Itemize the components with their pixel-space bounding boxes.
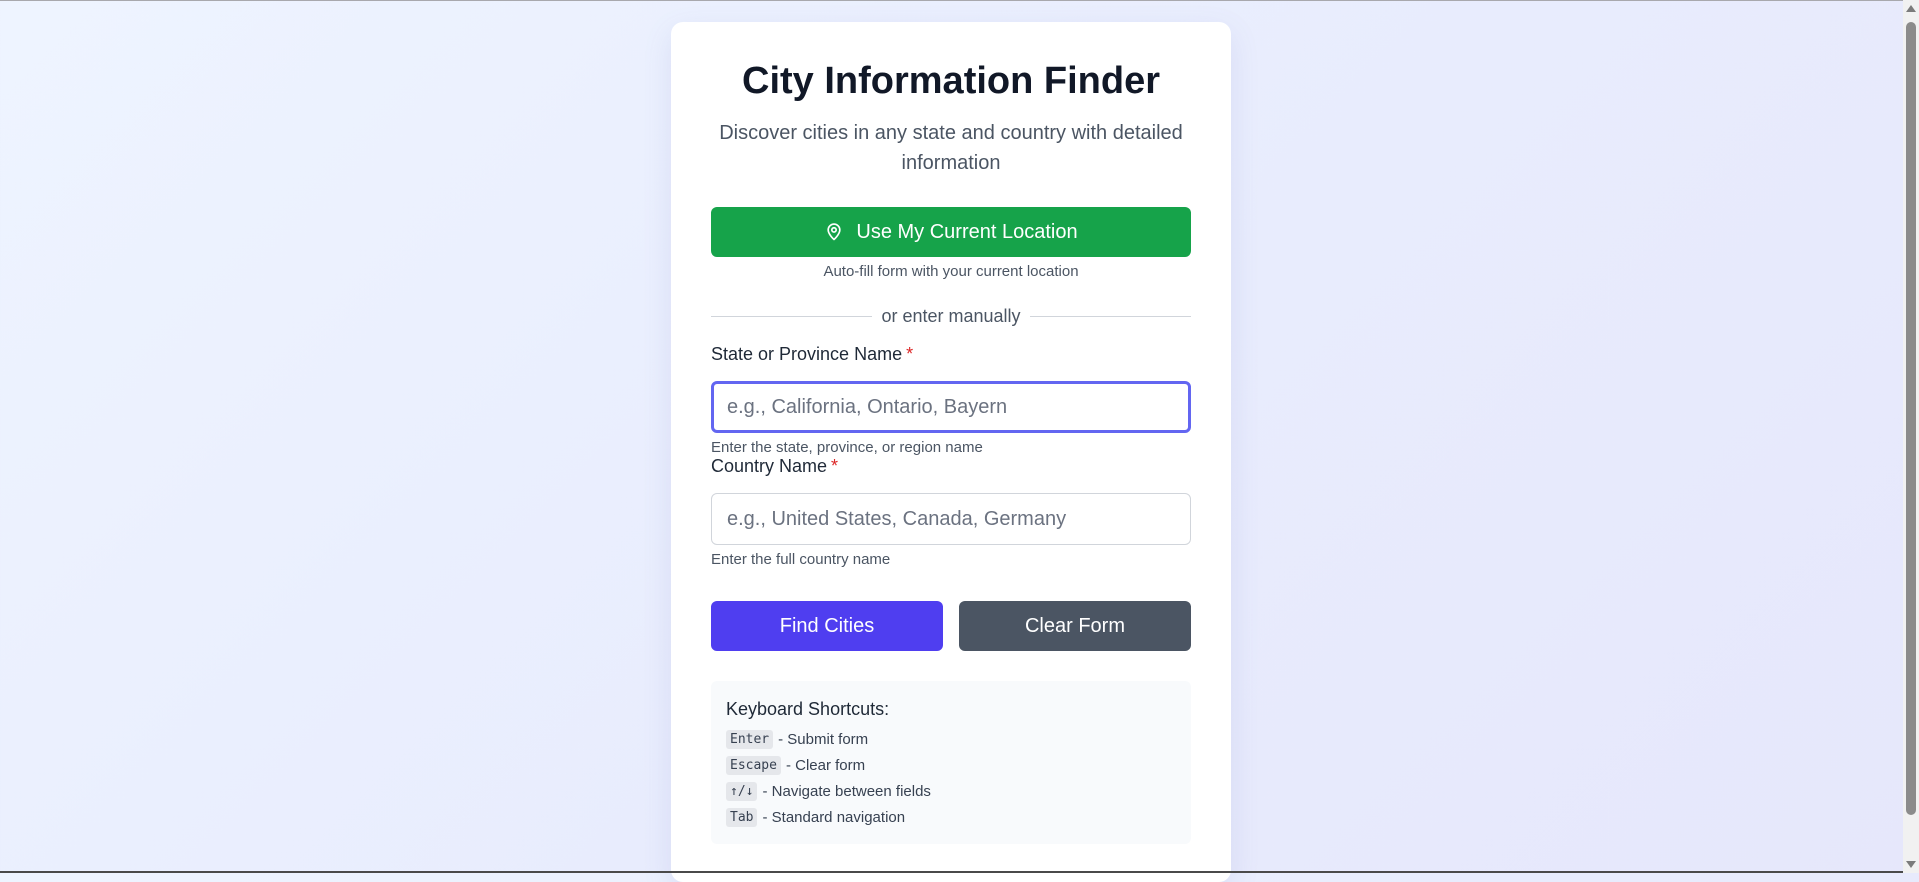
shortcut-item: ↑/↓ - Navigate between fields: [726, 782, 931, 801]
shortcut-desc: - Submit form: [778, 731, 869, 748]
country-input[interactable]: [711, 493, 1191, 545]
shortcut-desc: - Standard navigation: [762, 809, 906, 826]
scroll-down-arrow-icon[interactable]: [1906, 861, 1916, 868]
state-required-mark: *: [906, 344, 914, 364]
shortcut-item: Escape - Clear form: [726, 756, 865, 775]
divider-text: or enter manually: [881, 305, 1021, 326]
keyboard-shortcuts-panel: Keyboard Shortcuts: Enter - Submit form …: [711, 681, 1191, 844]
shortcut-desc: - Clear form: [785, 757, 866, 774]
state-label: State or Province Name *: [711, 344, 913, 365]
window-top-border: [0, 0, 1903, 1]
scrollbar-thumb[interactable]: [1906, 22, 1916, 815]
shortcut-item: Enter - Submit form: [726, 730, 868, 749]
use-current-location-button[interactable]: Use My Current Location: [711, 207, 1191, 257]
shortcut-key: Escape: [726, 756, 781, 775]
state-input[interactable]: [711, 381, 1191, 433]
manual-entry-divider: or enter manually: [711, 304, 1192, 328]
finder-card: City Information Finder Discover cities …: [671, 22, 1231, 882]
shortcut-desc: - Navigate between fields: [762, 783, 931, 800]
use-current-location-label: Use My Current Location: [856, 220, 1078, 243]
shortcut-item: Tab - Standard navigation: [726, 808, 905, 827]
shortcut-key: Tab: [726, 808, 758, 827]
divider-line-left: [711, 315, 873, 317]
shortcut-key: ↑/↓: [726, 782, 758, 801]
state-label-text: State or Province Name: [711, 344, 903, 364]
country-label: Country Name *: [711, 456, 838, 477]
page-subtitle: Discover cities in any state and country…: [719, 122, 1183, 174]
country-required-mark: *: [831, 456, 839, 476]
page-scrollbar[interactable]: [1903, 0, 1919, 873]
country-hint: Enter the full country name: [711, 551, 891, 568]
shortcuts-title: Keyboard Shortcuts:: [726, 699, 890, 719]
country-label-text: Country Name: [711, 456, 828, 476]
state-hint: Enter the state, province, or region nam…: [711, 439, 983, 456]
location-hint: Auto-fill form with your current locatio…: [823, 263, 1079, 280]
clear-form-button[interactable]: Clear Form: [959, 601, 1191, 651]
page-title: City Information Finder: [742, 60, 1160, 102]
divider-line-right: [1029, 315, 1192, 317]
shortcut-key: Enter: [726, 730, 774, 749]
scroll-up-arrow-icon[interactable]: [1906, 5, 1916, 12]
map-pin-icon: [824, 222, 844, 242]
find-cities-button[interactable]: Find Cities: [711, 601, 943, 651]
